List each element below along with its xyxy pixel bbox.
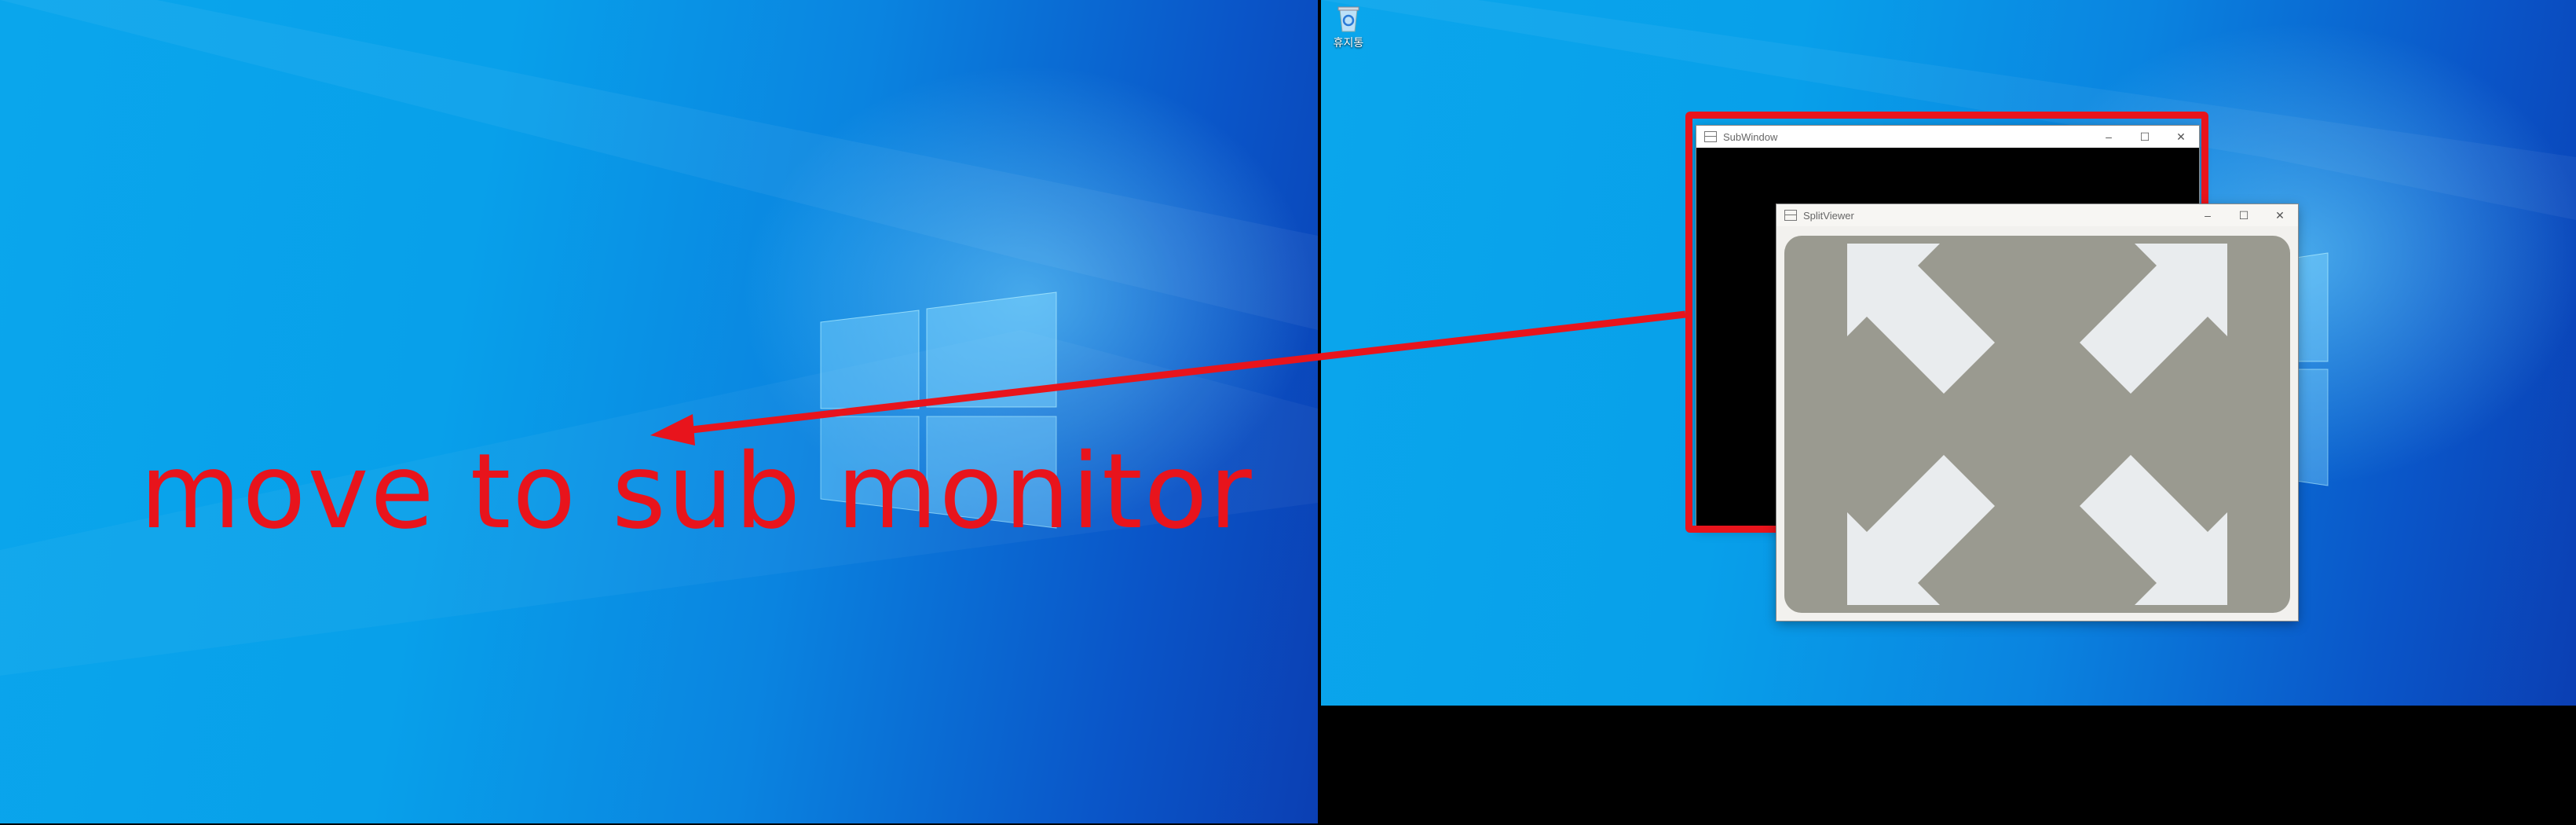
split-viewer-window[interactable]: SplitViewer – ☐ ✕: [1776, 204, 2298, 621]
window-title: SplitViewer: [1803, 209, 1854, 222]
recycle-bin-label: 휴지통: [1333, 36, 1364, 49]
left-monitor-desktop: [0, 0, 1318, 823]
recycle-bin-shortcut[interactable]: 휴지통: [1329, 5, 1368, 50]
recycle-bin-icon: [1337, 5, 1360, 33]
wallpaper-beams: [0, 0, 1318, 676]
expand-arrows-icon: [1847, 244, 2227, 605]
split-viewer-titlebar[interactable]: SplitViewer – ☐ ✕: [1776, 204, 2298, 226]
maximize-button[interactable]: ☐: [2226, 204, 2262, 226]
annotation-caption: move to sub monitor: [140, 431, 1253, 552]
close-button[interactable]: ✕: [2262, 204, 2298, 226]
right-monitor-unused-area: [1321, 706, 2576, 825]
minimize-button[interactable]: –: [2190, 204, 2226, 226]
split-viewer-content[interactable]: [1784, 236, 2290, 613]
window-split-icon: [1784, 210, 1797, 221]
